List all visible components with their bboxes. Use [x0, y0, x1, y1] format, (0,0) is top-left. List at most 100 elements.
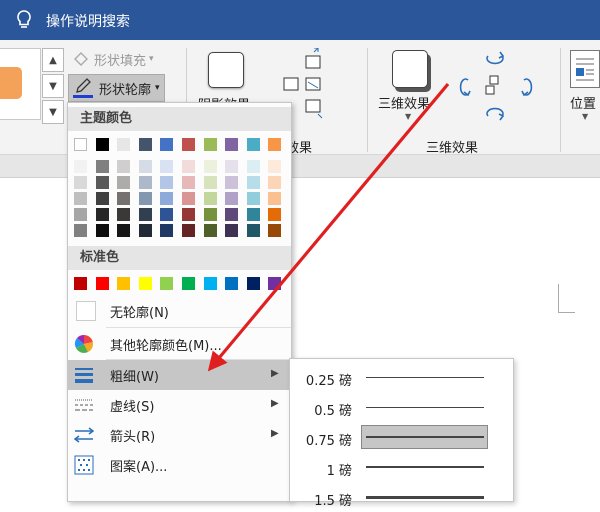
theme-shade-swatch[interactable] [182, 192, 195, 205]
theme-color-swatch[interactable] [117, 138, 131, 151]
no-outline-item[interactable]: 无轮廓(N) [68, 296, 291, 326]
theme-shade-swatch[interactable] [246, 192, 260, 205]
gallery-more-icon[interactable]: ▼ [42, 100, 64, 124]
theme-shade-swatch[interactable] [117, 192, 131, 205]
standard-color-swatch[interactable] [246, 277, 260, 290]
theme-shade-swatch[interactable] [95, 224, 109, 237]
theme-shade-swatch[interactable] [246, 208, 260, 221]
standard-color-swatch[interactable] [117, 277, 131, 290]
theme-shade-swatch[interactable] [225, 192, 239, 205]
theme-shade-swatch[interactable] [74, 176, 87, 189]
theme-shade-swatch[interactable] [203, 176, 217, 189]
theme-shade-swatch[interactable] [268, 176, 282, 189]
gallery-up-icon[interactable]: ▲ [42, 48, 64, 72]
standard-color-swatch[interactable] [160, 277, 174, 290]
position-icon[interactable] [570, 50, 600, 88]
weight-submenu: 0.25 磅 0.5 磅 0.75 磅 1 磅 1.5 磅 [289, 358, 514, 509]
shape-fill-button[interactable]: 形状填充 ▾ [72, 48, 154, 70]
theme-shade-swatch[interactable] [95, 208, 109, 221]
theme-color-swatch[interactable] [268, 138, 282, 151]
theme-shade-swatch[interactable] [160, 224, 174, 237]
theme-color-swatch[interactable] [246, 138, 260, 151]
line-weight-option[interactable]: 1 磅 [290, 452, 513, 482]
theme-shade-swatch[interactable] [160, 176, 174, 189]
theme-shade-swatch[interactable] [225, 208, 239, 221]
line-weight-option[interactable]: 0.25 磅 [290, 362, 513, 392]
theme-shade-swatch[interactable] [225, 160, 239, 173]
theme-shade-swatch[interactable] [117, 208, 131, 221]
theme-shade-swatch[interactable] [203, 192, 217, 205]
threeD-effects-label[interactable]: 三维效果 [378, 93, 430, 112]
theme-shade-swatch[interactable] [268, 160, 282, 173]
theme-shade-swatch[interactable] [182, 160, 195, 173]
theme-shade-swatch[interactable] [160, 208, 174, 221]
theme-shade-swatch[interactable] [95, 160, 109, 173]
theme-shade-swatch[interactable] [225, 176, 239, 189]
theme-shade-swatch[interactable] [182, 176, 195, 189]
theme-shade-swatch[interactable] [95, 176, 109, 189]
theme-shade-swatch[interactable] [246, 160, 260, 173]
theme-shade-swatch[interactable] [138, 224, 152, 237]
theme-shade-swatch[interactable] [160, 160, 174, 173]
position-label[interactable]: 位置 [570, 93, 596, 112]
theme-color-swatch[interactable] [203, 138, 217, 151]
theme-shade-swatch[interactable] [117, 224, 131, 237]
theme-shade-swatch[interactable] [203, 224, 217, 237]
theme-shade-swatch[interactable] [138, 192, 152, 205]
theme-color-swatch[interactable] [138, 138, 152, 151]
shape-style-gallery[interactable] [0, 48, 41, 120]
standard-color-swatch[interactable] [203, 277, 217, 290]
shape-outline-menu: 主题颜色 标准色 无轮廓(N) 其他轮廓颜色(M)... 粗细(W) ▶ 虚线(… [67, 102, 292, 502]
gallery-down-icon[interactable]: ▼ [42, 74, 64, 98]
standard-color-swatch[interactable] [268, 277, 282, 290]
theme-shade-swatch[interactable] [182, 208, 195, 221]
theme-shade-swatch[interactable] [246, 224, 260, 237]
arrows-item[interactable]: 箭头(R) ▶ [68, 420, 291, 450]
standard-color-swatch[interactable] [182, 277, 195, 290]
dashes-item[interactable]: 虚线(S) ▶ [68, 390, 291, 420]
theme-color-swatch[interactable] [74, 138, 87, 151]
theme-shade-swatch[interactable] [182, 224, 195, 237]
shadow-effects-icon[interactable] [208, 52, 244, 88]
theme-shade-swatch[interactable] [268, 208, 282, 221]
theme-shade-swatch[interactable] [138, 176, 152, 189]
theme-shade-swatch[interactable] [160, 192, 174, 205]
shape-outline-button[interactable]: 形状轮廓 ▾ [68, 74, 165, 102]
standard-color-swatch[interactable] [138, 277, 152, 290]
theme-shade-swatch[interactable] [74, 208, 87, 221]
theme-shade-swatch[interactable] [74, 160, 87, 173]
theme-shade-swatch[interactable] [203, 160, 217, 173]
theme-shade-swatch[interactable] [138, 160, 152, 173]
line-weight-option[interactable]: 0.5 磅 [290, 392, 513, 422]
theme-shade-swatch[interactable] [74, 224, 87, 237]
theme-color-swatch[interactable] [95, 138, 109, 151]
theme-color-swatch[interactable] [160, 138, 174, 151]
theme-shade-swatch[interactable] [268, 224, 282, 237]
theme-shade-swatch[interactable] [95, 192, 109, 205]
theme-shade-swatch[interactable] [268, 192, 282, 205]
standard-color-swatch[interactable] [74, 277, 87, 290]
standard-color-swatch[interactable] [95, 277, 109, 290]
tilt-icons[interactable] [456, 46, 536, 126]
tell-me-search[interactable]: 操作说明搜索 [46, 11, 130, 31]
menu-divider [106, 327, 291, 328]
weight-item[interactable]: 粗细(W) ▶ [68, 360, 291, 390]
theme-color-swatch[interactable] [182, 138, 195, 151]
pen-outline-icon [73, 78, 95, 98]
chevron-down-icon[interactable]: ▼ [405, 112, 411, 121]
threeD-effects-icon[interactable] [392, 50, 428, 88]
theme-shade-swatch[interactable] [225, 224, 239, 237]
line-weight-option[interactable]: 1.5 磅 [290, 482, 513, 512]
pattern-item[interactable]: 图案(A)... [68, 450, 291, 480]
theme-shade-swatch[interactable] [138, 208, 152, 221]
theme-shade-swatch[interactable] [117, 176, 131, 189]
line-weight-option[interactable]: 0.75 磅 [290, 422, 513, 452]
theme-shade-swatch[interactable] [117, 160, 131, 173]
theme-color-swatch[interactable] [225, 138, 239, 151]
standard-color-swatch[interactable] [225, 277, 239, 290]
theme-shade-swatch[interactable] [246, 176, 260, 189]
theme-shade-swatch[interactable] [74, 192, 87, 205]
more-colors-item[interactable]: 其他轮廓颜色(M)... [68, 329, 291, 359]
chevron-down-icon[interactable]: ▼ [582, 112, 588, 121]
theme-shade-swatch[interactable] [203, 208, 217, 221]
